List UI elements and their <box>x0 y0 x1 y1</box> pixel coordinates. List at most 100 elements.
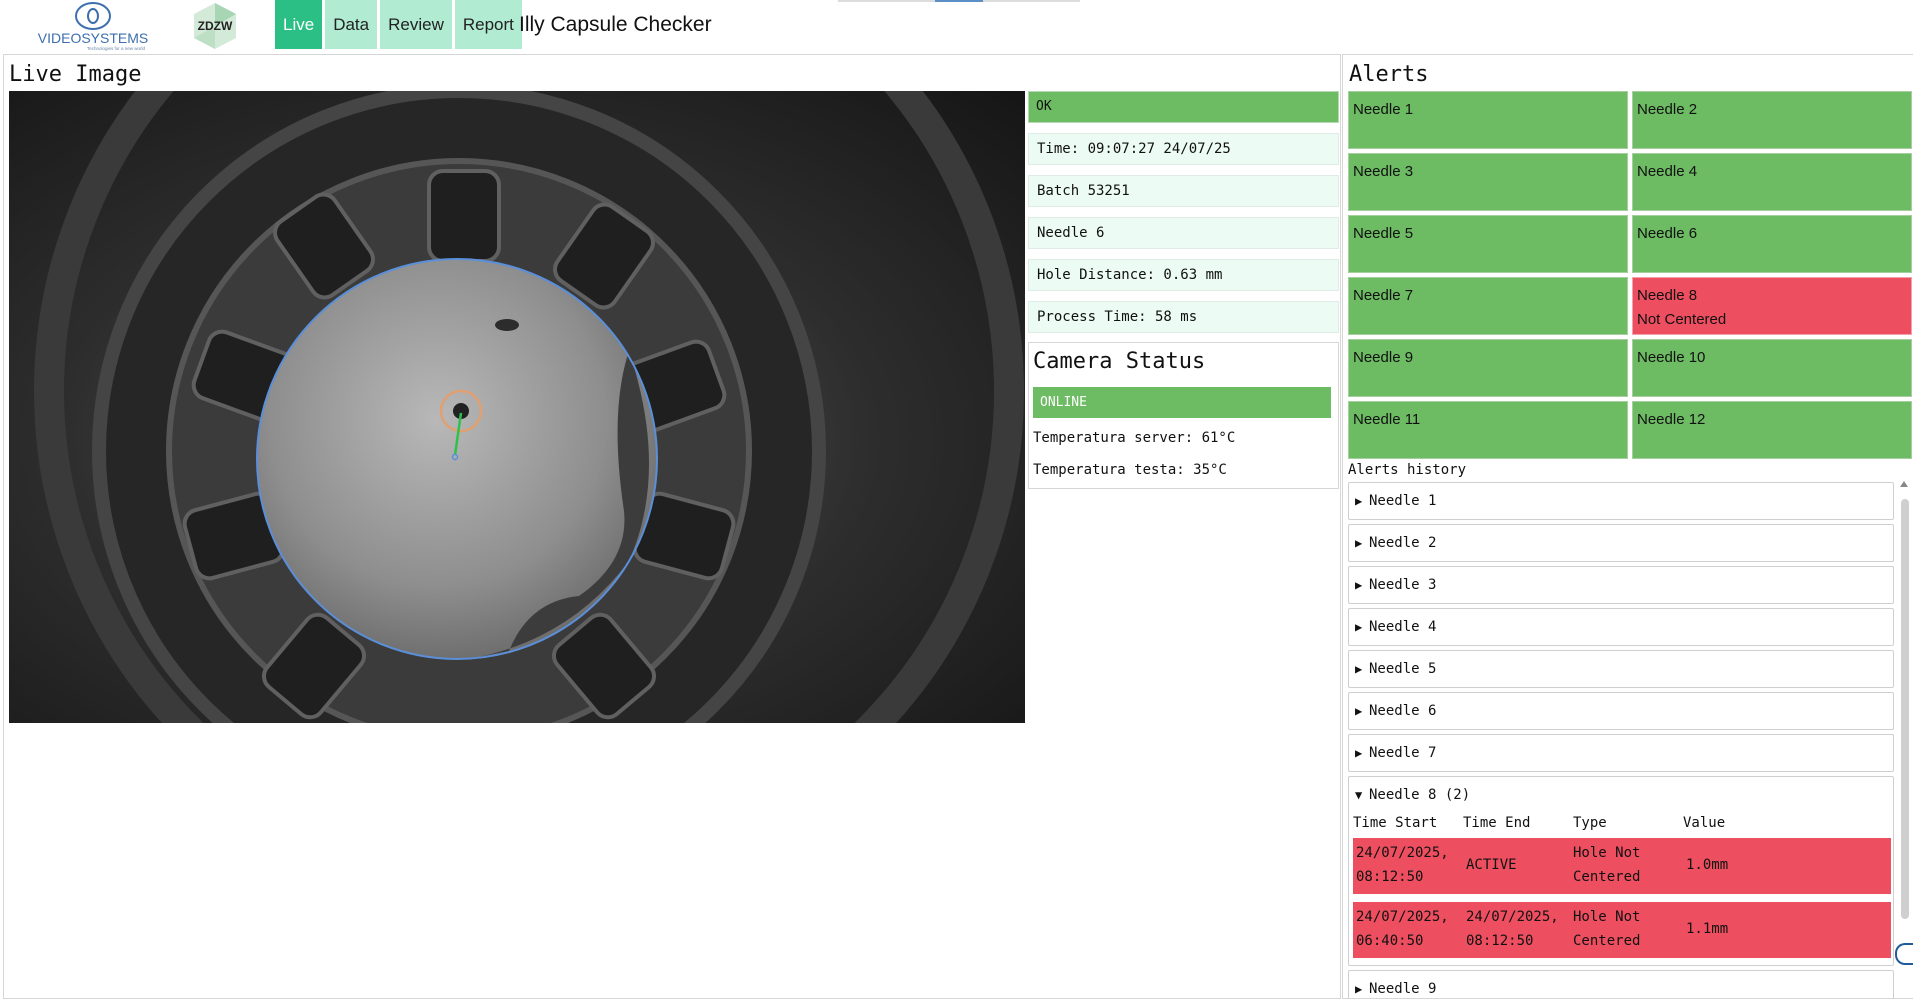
cell-end-date: 24/07/2025, <box>1466 909 1559 925</box>
alerts-history-label: Alerts history <box>1348 462 1467 478</box>
cell-type-line2: Centered <box>1573 933 1641 949</box>
main-nav: Live Data Review Report <box>275 0 522 49</box>
alerts-history-list[interactable]: ▶ Needle 1 ▶ Needle 2 ▶ Needle 3 ▶ Needle 4 … <box>1348 482 1894 999</box>
top-strip-mark <box>935 0 983 2</box>
cell-start-date: 24/07/2025, <box>1356 845 1449 861</box>
alert-tile-needle-8[interactable]: Needle 8 Not Centered <box>1632 277 1912 335</box>
alerts-title: Alerts <box>1349 62 1429 87</box>
alert-tile-needle-2[interactable]: Needle 2 <box>1632 91 1912 149</box>
temp-head: Temperatura testa: 35°C <box>1033 462 1227 478</box>
info-batch: Batch 53251 <box>1028 175 1339 207</box>
history-item-label: Needle 6 <box>1369 703 1437 719</box>
zdzw-logo: ZDZW <box>192 1 238 51</box>
cell-start-time: 08:12:50 <box>1356 869 1424 885</box>
alert-tile-needle-7[interactable]: Needle 7 <box>1348 277 1628 335</box>
scroll-thumb[interactable] <box>1901 499 1909 919</box>
history-item-needle-5[interactable]: ▶ Needle 5 <box>1348 650 1894 688</box>
cell-type-line1: Hole Not <box>1573 909 1641 925</box>
history-item-needle-8-header[interactable]: ▼ Needle 8 (2) <box>1349 777 1893 813</box>
history-table-row: 24/07/2025, 08:12:50 ACTIVE Hole Not Cen… <box>1353 838 1891 894</box>
live-title: Live Image <box>9 62 142 87</box>
live-camera-image <box>9 91 1025 723</box>
history-item-needle-8-expanded: ▼ Needle 8 (2) Time Start Time End Type V… <box>1348 776 1894 966</box>
inspection-status: OK <box>1028 91 1339 123</box>
alert-tile-label: Needle 12 <box>1637 411 1706 428</box>
tab-live[interactable]: Live <box>275 0 323 49</box>
col-header-time-start: Time Start <box>1353 815 1438 831</box>
brand-vs-tagline: Technologies for a new world <box>87 46 146 51</box>
app-header: VIDEOSYSTEMS Technologies for a new worl… <box>0 0 1913 54</box>
alert-tile-needle-4[interactable]: Needle 4 <box>1632 153 1912 211</box>
alert-tile-label: Needle 11 <box>1353 411 1421 428</box>
alert-tile-needle-10[interactable]: Needle 10 <box>1632 339 1912 397</box>
expand-triangle-icon: ▶ <box>1355 982 1363 996</box>
cell-end-time: 08:12:50 <box>1466 933 1534 949</box>
cell-type-line2: Centered <box>1573 869 1641 885</box>
history-item-label: Needle 7 <box>1369 745 1437 761</box>
alert-tile-needle-11[interactable]: Needle 11 <box>1348 401 1628 459</box>
history-item-label: Needle 8 (2) <box>1369 787 1471 803</box>
alert-tile-label: Needle 8 <box>1637 287 1698 304</box>
cell-end: ACTIVE <box>1466 857 1517 873</box>
brand-vs-text: VIDEOSYSTEMS <box>38 30 148 46</box>
alert-tile-label: Needle 1 <box>1353 101 1414 118</box>
history-item-needle-9[interactable]: ▶ Needle 9 <box>1348 970 1894 999</box>
alert-tile-needle-1[interactable]: Needle 1 <box>1348 91 1628 149</box>
alert-tile-label: Needle 2 <box>1637 101 1698 118</box>
alert-tile-label: Needle 3 <box>1353 163 1414 180</box>
col-header-type: Type <box>1573 815 1607 831</box>
history-item-label: Needle 3 <box>1369 577 1437 593</box>
alert-tile-label: Needle 4 <box>1637 163 1698 180</box>
videosystems-logo: VIDEOSYSTEMS Technologies for a new worl… <box>26 2 160 52</box>
brand-zdzw-text: ZDZW <box>198 19 233 33</box>
history-item-needle-2[interactable]: ▶ Needle 2 <box>1348 524 1894 562</box>
history-table-row: 24/07/2025, 06:40:50 24/07/2025, 08:12:5… <box>1353 902 1891 958</box>
alert-tile-needle-6[interactable]: Needle 6 <box>1632 215 1912 273</box>
history-item-label: Needle 1 <box>1369 493 1437 509</box>
side-widget-button[interactable] <box>1895 943 1913 965</box>
expand-triangle-icon: ▶ <box>1355 620 1363 634</box>
info-process-time: Process Time: 58 ms <box>1028 301 1339 333</box>
col-header-value: Value <box>1683 815 1726 831</box>
expand-triangle-icon: ▶ <box>1355 536 1363 550</box>
cell-value: 1.0mm <box>1686 857 1729 873</box>
tab-review[interactable]: Review <box>380 0 452 49</box>
alert-tile-label: Needle 5 <box>1353 225 1414 242</box>
history-item-needle-7[interactable]: ▶ Needle 7 <box>1348 734 1894 772</box>
tab-data[interactable]: Data <box>325 0 378 49</box>
expand-triangle-icon: ▶ <box>1355 578 1363 592</box>
expand-triangle-icon: ▶ <box>1355 746 1363 760</box>
history-item-label: Needle 9 <box>1369 981 1437 997</box>
history-item-needle-4[interactable]: ▶ Needle 4 <box>1348 608 1894 646</box>
alert-tile-needle-5[interactable]: Needle 5 <box>1348 215 1628 273</box>
expand-triangle-icon: ▶ <box>1355 494 1363 508</box>
scroll-up-arrow-icon[interactable] <box>1900 481 1908 487</box>
alert-tile-needle-9[interactable]: Needle 9 <box>1348 339 1628 397</box>
history-item-label: Needle 4 <box>1369 619 1437 635</box>
info-time: Time: 09:07:27 24/07/25 <box>1028 133 1339 165</box>
history-scrollbar[interactable] <box>1900 479 1910 959</box>
camera-status-box: Camera Status ONLINE Temperatura server:… <box>1028 342 1339 489</box>
cell-start-date: 24/07/2025, <box>1356 909 1449 925</box>
alert-tile-needle-12[interactable]: Needle 12 <box>1632 401 1912 459</box>
app-title: Illy Capsule Checker <box>519 13 712 36</box>
expand-triangle-icon: ▶ <box>1355 662 1363 676</box>
history-item-label: Needle 2 <box>1369 535 1437 551</box>
collapse-triangle-icon: ▼ <box>1355 788 1363 802</box>
alerts-grid: Needle 1 Needle 2 Needle 3 Needle 4 Need… <box>1348 91 1912 459</box>
info-hole-distance: Hole Distance: 0.63 mm <box>1028 259 1339 291</box>
alert-tile-label: Needle 10 <box>1637 349 1706 366</box>
history-item-label: Needle 5 <box>1369 661 1437 677</box>
tab-report[interactable]: Report <box>454 0 522 49</box>
history-item-needle-3[interactable]: ▶ Needle 3 <box>1348 566 1894 604</box>
history-item-needle-1[interactable]: ▶ Needle 1 <box>1348 482 1894 520</box>
temp-server: Temperatura server: 61°C <box>1033 430 1236 446</box>
alert-tile-label: Needle 9 <box>1353 349 1414 366</box>
info-needle: Needle 6 <box>1028 217 1339 249</box>
live-panel: Live Image OK Time: 09:07:27 24/07/25 Ba… <box>3 54 1341 999</box>
history-item-needle-6[interactable]: ▶ Needle 6 <box>1348 692 1894 730</box>
col-header-time-end: Time End <box>1463 815 1531 831</box>
expand-triangle-icon: ▶ <box>1355 704 1363 718</box>
alert-tile-label: Needle 6 <box>1637 225 1698 242</box>
alert-tile-needle-3[interactable]: Needle 3 <box>1348 153 1628 211</box>
